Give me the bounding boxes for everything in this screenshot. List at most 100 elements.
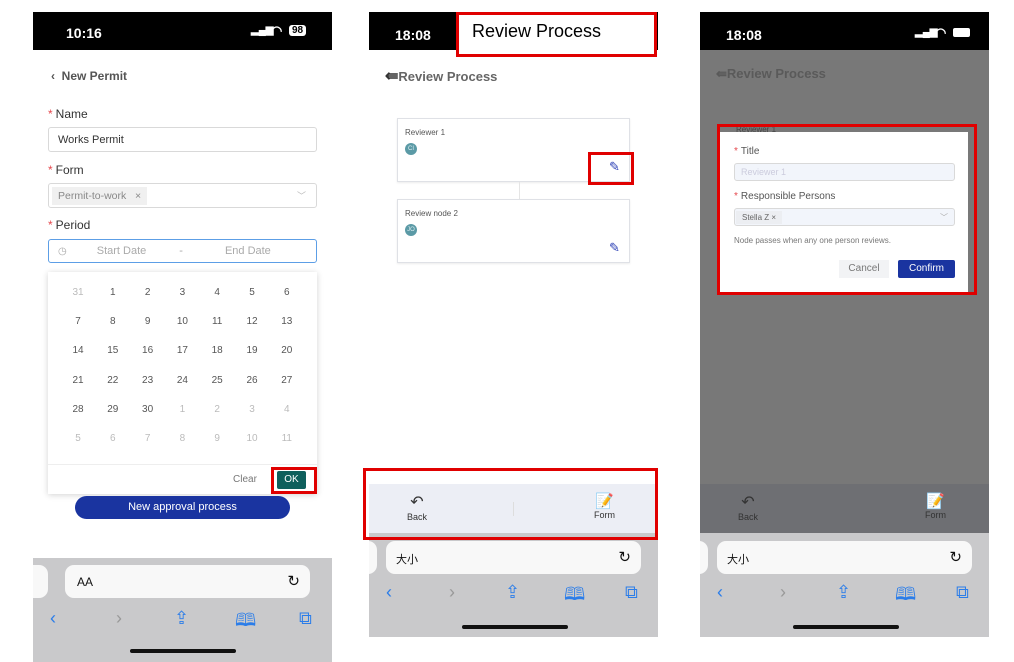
calendar-day[interactable]: 29	[103, 404, 123, 415]
calendar-day[interactable]: 17	[172, 345, 192, 356]
calendar-day[interactable]: 27	[277, 375, 297, 386]
back-nav-icon[interactable]: ‹	[717, 582, 723, 603]
calendar-day[interactable]: 28	[68, 404, 88, 415]
name-input[interactable]: Works Permit	[48, 127, 317, 152]
form-select[interactable]: Permit-to-work × ﹀	[48, 183, 317, 208]
calendar-day[interactable]: 22	[103, 375, 123, 386]
calendar-day[interactable]: 10	[242, 433, 262, 444]
calendar-day[interactable]: 6	[277, 287, 297, 298]
battery-icon	[953, 28, 970, 37]
clear-button[interactable]: Clear	[233, 474, 257, 485]
new-approval-process-button[interactable]: New approval process	[75, 496, 290, 519]
calendar-day[interactable]: 16	[138, 345, 158, 356]
calendar-day[interactable]: 11	[277, 433, 297, 444]
forward-nav-icon[interactable]: ›	[116, 608, 122, 629]
bookmarks-icon[interactable]: 🕮	[564, 582, 585, 612]
review-node-card[interactable]: Review node 2 JO ✎	[397, 199, 630, 263]
form-label: * Form	[48, 163, 84, 177]
calendar-day[interactable]: 25	[207, 375, 227, 386]
calendar-day[interactable]: 3	[172, 287, 192, 298]
browser-toolbar: 大小 ↻ ‹ › ⇪ 🕮 ⧉	[369, 533, 658, 637]
highlight-box	[588, 152, 634, 185]
forward-nav-icon[interactable]: ›	[780, 582, 786, 603]
calendar-day[interactable]: 1	[172, 404, 192, 415]
calendar-day[interactable]: 8	[103, 316, 123, 327]
forward-nav-icon[interactable]: ›	[449, 582, 455, 603]
calendar-day[interactable]: 6	[103, 433, 123, 444]
calendar-day[interactable]: 19	[242, 345, 262, 356]
browser-toolbar: 大小 ↻ ‹ › ⇪ 🕮 ⧉	[700, 533, 989, 637]
address-bar[interactable]: 大小 ↻	[386, 541, 641, 574]
calendar-day[interactable]: 30	[138, 404, 158, 415]
calendar-day[interactable]: 14	[68, 345, 88, 356]
calendar-day[interactable]: 7	[138, 433, 158, 444]
share-icon[interactable]: ⇪	[505, 582, 520, 603]
tabs-icon[interactable]: ⧉	[956, 582, 969, 603]
previous-tab[interactable]	[700, 541, 708, 574]
calendar-day[interactable]: 20	[277, 345, 297, 356]
calendar-day[interactable]: 2	[138, 287, 158, 298]
back-button[interactable]: ⇚Review Process	[385, 66, 497, 86]
wifi-icon: ◠	[271, 23, 283, 38]
calendar-day[interactable]: 15	[103, 345, 123, 356]
highlight-box	[363, 468, 658, 540]
period-label: * Period	[48, 218, 91, 232]
home-indicator	[130, 649, 236, 653]
back-nav-icon[interactable]: ‹	[50, 608, 56, 629]
calendar-day[interactable]: 5	[242, 287, 262, 298]
calendar-day[interactable]: 11	[207, 316, 227, 327]
calendar-day[interactable]: 10	[172, 316, 192, 327]
reload-icon[interactable]: ↻	[949, 548, 962, 566]
bookmarks-icon[interactable]: 🕮	[895, 582, 916, 612]
calendar-day[interactable]: 4	[277, 404, 297, 415]
form-tag: Permit-to-work ×	[52, 186, 148, 205]
start-date-input[interactable]: Start Date	[97, 245, 147, 257]
reload-icon[interactable]: ↻	[287, 572, 300, 590]
tag-remove-icon[interactable]: ×	[135, 190, 141, 202]
previous-tab[interactable]	[369, 541, 377, 574]
back-nav-icon[interactable]: ‹	[386, 582, 392, 603]
calendar-day[interactable]: 2	[207, 404, 227, 415]
calendar-day[interactable]: 9	[138, 316, 158, 327]
tabs-icon[interactable]: ⧉	[299, 608, 312, 629]
phone-new-permit: 10:16 ▂▄▆ ◠ 98 ‹ New Permit * Name Works …	[33, 12, 332, 662]
calendar-day[interactable]: 23	[138, 375, 158, 386]
calendar-day[interactable]: 4	[207, 287, 227, 298]
calendar-day[interactable]: 31	[68, 287, 88, 298]
calendar-day[interactable]: 24	[172, 375, 192, 386]
address-bar[interactable]: AA ↻	[65, 565, 310, 598]
edit-icon[interactable]: ✎	[609, 240, 620, 256]
calendar-day[interactable]: 1	[103, 287, 123, 298]
bookmarks-icon[interactable]: 🕮	[235, 608, 256, 638]
phone-edit-node-modal: 18:08 ▂▄▆ ◠ ⇚Review Process Reviewer 1 ↶…	[700, 12, 989, 637]
calendar-day[interactable]: 7	[68, 316, 88, 327]
calendar-day[interactable]: 21	[68, 375, 88, 386]
calendar-day[interactable]: 3	[242, 404, 262, 415]
home-indicator	[793, 625, 899, 629]
status-bar: 10:16 ▂▄▆ ◠ 98	[33, 12, 332, 50]
highlight-box	[271, 467, 317, 494]
calendar-day[interactable]: 13	[277, 316, 297, 327]
calendar-day[interactable]: 18	[207, 345, 227, 356]
calendar-day[interactable]: 26	[242, 375, 262, 386]
calendar-day[interactable]: 5	[68, 433, 88, 444]
calendar-day[interactable]: 12	[242, 316, 262, 327]
end-date-input[interactable]: End Date	[225, 245, 271, 257]
tabs-icon[interactable]: ⧉	[625, 582, 638, 603]
share-icon[interactable]: ⇪	[836, 582, 851, 603]
avatar: JO	[405, 224, 417, 236]
previous-tab[interactable]	[33, 565, 48, 598]
clock-icon: ◷	[58, 245, 67, 257]
calendar-day[interactable]: 9	[207, 433, 227, 444]
divider	[48, 464, 317, 465]
reload-icon[interactable]: ↻	[618, 548, 631, 566]
period-range-input[interactable]: ◷ Start Date - End Date	[48, 239, 317, 263]
wifi-icon: ◠	[935, 25, 947, 40]
battery-indicator: 98	[289, 25, 307, 36]
share-icon[interactable]: ⇪	[174, 608, 189, 629]
back-circle-icon: ⇚	[385, 68, 399, 85]
calendar-day[interactable]: 8	[172, 433, 192, 444]
back-button[interactable]: ‹ New Permit	[51, 69, 127, 83]
address-bar[interactable]: 大小 ↻	[717, 541, 972, 574]
date-picker-popup: 31 1 2 3 4 5 6 7 8 9 10 11 12 13 14 15 16 17 18 19 20 21 22 23 2…	[48, 272, 317, 494]
